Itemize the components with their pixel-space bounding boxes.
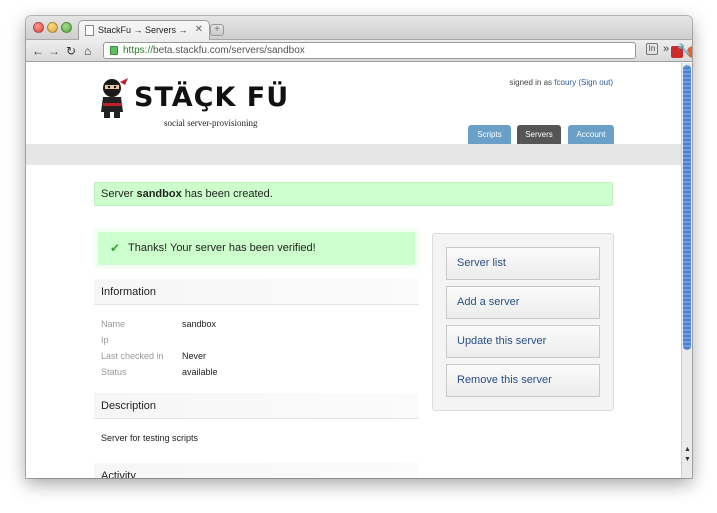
back-arrow-icon[interactable]: ← xyxy=(32,43,44,59)
minimize-window-button[interactable] xyxy=(47,22,58,33)
page-viewport: STÄÇK FÜ social server-provisioning sign… xyxy=(26,63,681,478)
information-heading: Information xyxy=(94,279,419,305)
verified-notice-wrapper: ✔ Thanks! Your server has been verified! xyxy=(94,228,419,269)
tab-close-icon[interactable]: ✕ xyxy=(195,24,203,35)
nav-tab-account[interactable]: Account xyxy=(568,125,614,144)
address-bar[interactable]: https://beta.stackfu.com/servers/sandbox… xyxy=(103,42,692,59)
reload-icon[interactable]: ↻ xyxy=(66,43,76,59)
tab-title: StackFu → Servers → sandbox xyxy=(98,25,190,35)
signed-in-status: signed in as fcoury (Sign out) xyxy=(509,78,613,87)
close-window-button[interactable] xyxy=(33,22,44,33)
home-icon[interactable]: ⌂ xyxy=(84,43,91,59)
info-label: Status xyxy=(101,367,127,377)
info-value: Never xyxy=(182,351,207,361)
nav-tab-servers[interactable]: Servers xyxy=(517,125,561,144)
verified-notice: ✔ Thanks! Your server has been verified! xyxy=(98,232,415,265)
username-link[interactable]: fcoury xyxy=(554,78,576,87)
scroll-down-arrow-icon[interactable]: ▼ xyxy=(684,456,691,463)
browser-toolbar: ← → ↻ ⌂ https://beta.stackfu.com/servers… xyxy=(26,40,692,62)
remove-server-button[interactable]: Remove this server xyxy=(446,364,600,397)
verified-message: Thanks! Your server has been verified! xyxy=(128,242,316,254)
checkmark-icon: ✔ xyxy=(110,241,121,255)
scroll-up-arrow-icon[interactable]: ▲ xyxy=(684,446,691,453)
server-actions-sidebar: Server list Add a server Update this ser… xyxy=(432,233,614,411)
info-value: sandbox xyxy=(182,319,217,329)
flash-message: Server sandbox has been created. xyxy=(94,182,613,206)
description-heading: Description xyxy=(94,393,419,419)
info-label: Ip xyxy=(101,335,109,345)
info-label: Last checked in xyxy=(101,351,164,361)
browser-tab[interactable]: StackFu → Servers → sandbox ✕ xyxy=(78,20,210,40)
vertical-scrollbar[interactable]: ▲ ▼ xyxy=(681,63,692,478)
nav-tab-scripts[interactable]: Scripts xyxy=(468,125,511,144)
brand-wordmark: STÄÇK FÜ xyxy=(134,82,290,113)
lock-icon xyxy=(110,46,118,55)
add-server-button[interactable]: Add a server xyxy=(446,286,600,319)
activity-heading: Activity xyxy=(94,463,419,478)
scrollbar-thumb[interactable] xyxy=(683,65,691,350)
flash-server-name: sandbox xyxy=(136,188,182,200)
title-bar: StackFu → Servers → sandbox ✕ + xyxy=(26,16,692,40)
forward-arrow-icon[interactable]: → xyxy=(48,43,60,59)
browser-window: StackFu → Servers → sandbox ✕ + ← → ↻ ⌂ … xyxy=(26,16,692,478)
header-band xyxy=(26,144,681,165)
url-text: https://beta.stackfu.com/servers/sandbox xyxy=(123,45,305,56)
server-list-button[interactable]: Server list xyxy=(446,247,600,280)
info-value: available xyxy=(182,367,218,377)
sign-out-link[interactable]: (Sign out) xyxy=(578,78,613,87)
page-icon xyxy=(85,25,94,36)
bookmark-button[interactable]: In xyxy=(646,43,658,55)
description-text: Server for testing scripts xyxy=(101,433,199,443)
zoom-window-button[interactable] xyxy=(61,22,72,33)
info-label: Name xyxy=(101,319,126,329)
wrench-icon[interactable]: 🔧 xyxy=(677,43,691,56)
new-tab-button[interactable]: + xyxy=(210,24,224,36)
update-server-button[interactable]: Update this server xyxy=(446,325,600,358)
toolbar-overflow-icon[interactable]: » xyxy=(663,43,669,55)
tagline: social server-provisioning xyxy=(164,118,258,128)
ninja-logo-icon xyxy=(101,78,128,118)
